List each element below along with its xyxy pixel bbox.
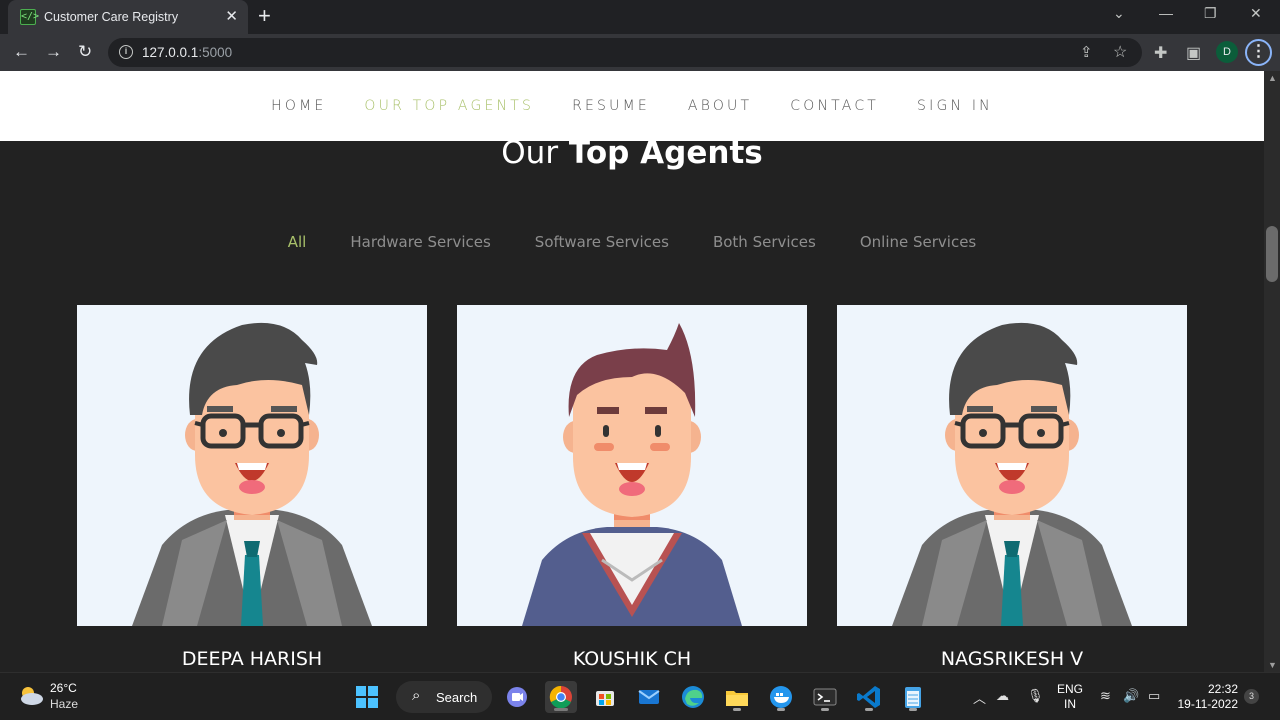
agent-card[interactable] <box>457 305 807 626</box>
edge-app[interactable] <box>677 681 709 713</box>
chrome-app[interactable] <box>545 681 577 713</box>
page-viewport: HOME OUR TOP AGENTS RESUME ABOUT CONTACT… <box>0 71 1264 672</box>
language-code: ENG <box>1057 682 1084 696</box>
start-button[interactable] <box>351 681 383 713</box>
glasses-suit-avatar-icon <box>892 322 1132 626</box>
tab-search-chevron-icon[interactable]: ⌄ <box>1113 5 1125 22</box>
onedrive-cloud-icon[interactable]: ☁ <box>996 688 1009 704</box>
filter-all[interactable]: All <box>288 233 307 251</box>
notepad-app[interactable] <box>897 681 929 713</box>
taskbar-search[interactable]: ⌕ Search <box>396 681 492 713</box>
site-navbar: HOME OUR TOP AGENTS RESUME ABOUT CONTACT… <box>0 71 1264 141</box>
restore-icon[interactable]: ❐ <box>1204 5 1217 22</box>
side-panel-icon[interactable]: ▣ <box>1186 43 1201 63</box>
mail-icon <box>638 690 660 704</box>
teams-chat-app[interactable] <box>501 681 533 713</box>
section-heading: Our Top Agents <box>0 135 1264 171</box>
nav-resume[interactable]: RESUME <box>572 98 650 114</box>
site-info-icon[interactable]: i <box>119 45 133 59</box>
filter-both-services[interactable]: Both Services <box>713 233 816 251</box>
extensions-puzzle-icon[interactable]: ✚ <box>1154 43 1167 63</box>
browser-menu-icon[interactable]: ⋮ <box>1245 39 1272 66</box>
heading-light: Our <box>501 135 559 171</box>
mail-app[interactable] <box>633 681 665 713</box>
language-indicator[interactable]: ENG IN <box>1057 682 1083 712</box>
nav-about[interactable]: ABOUT <box>688 98 752 114</box>
glasses-suit-avatar-icon <box>132 322 372 626</box>
browser-toolbar: ← → ↻ i 127.0.0.1:5000 ⇪ ☆ ✚ ▣ D ⋮ <box>0 34 1280 71</box>
scroll-down-icon[interactable]: ▼ <box>1268 660 1277 670</box>
nav-sign-in[interactable]: SIGN IN <box>917 98 993 114</box>
battery-icon[interactable]: ▭ <box>1148 688 1160 704</box>
clock-date: 19-11-2022 <box>1177 697 1239 711</box>
filter-bar: All Hardware Services Software Services … <box>0 233 1264 251</box>
window-close-icon[interactable]: ✕ <box>1250 5 1262 22</box>
scroll-up-icon[interactable]: ▲ <box>1268 73 1277 83</box>
running-indicator <box>733 708 741 711</box>
agent-card[interactable] <box>837 305 1187 626</box>
browser-tab[interactable]: </> Customer Care Registry ✕ <box>8 0 248 34</box>
nav-contact[interactable]: CONTACT <box>790 98 879 114</box>
running-indicator <box>821 708 829 711</box>
nav-home[interactable]: HOME <box>271 98 326 114</box>
agent-name: DEEPA HARISH <box>181 648 323 670</box>
taskbar-search-label: Search <box>436 690 478 705</box>
running-indicator <box>777 708 785 711</box>
browser-tab-strip: </> Customer Care Registry ✕ + ⌄ — ❐ ✕ <box>0 0 1280 34</box>
page-scrollbar[interactable]: ▲ ▼ <box>1264 71 1280 672</box>
sweater-avatar-icon <box>522 323 742 626</box>
site-favicon-icon: </> <box>20 9 39 25</box>
url-host: 127.0.0.1 <box>142 45 199 60</box>
running-indicator <box>909 708 917 711</box>
terminal-app[interactable] <box>809 681 841 713</box>
windows-logo-icon <box>356 686 378 708</box>
search-icon: ⌕ <box>412 687 421 704</box>
filter-software-services[interactable]: Software Services <box>535 233 669 251</box>
new-tab-icon[interactable]: + <box>258 4 271 28</box>
edge-icon <box>682 686 704 708</box>
weather-condition: Haze <box>50 697 79 711</box>
docker-app[interactable] <box>765 681 797 713</box>
running-indicator <box>865 708 873 711</box>
filter-online-services[interactable]: Online Services <box>860 233 976 251</box>
heading-bold: Top Agents <box>568 135 763 171</box>
wifi-icon[interactable]: ≋ <box>1100 688 1111 704</box>
microphone-icon[interactable]: 🎙 <box>1027 688 1044 704</box>
site-nav-list: HOME OUR TOP AGENTS RESUME ABOUT CONTACT… <box>0 71 1264 114</box>
store-app[interactable] <box>589 681 621 713</box>
filter-hardware-services[interactable]: Hardware Services <box>350 233 490 251</box>
bookmark-star-icon[interactable]: ☆ <box>1113 42 1127 62</box>
scrollbar-thumb[interactable] <box>1266 226 1278 282</box>
share-icon[interactable]: ⇪ <box>1080 43 1093 61</box>
store-bag-icon <box>596 691 614 706</box>
tab-title: Customer Care Registry <box>44 10 179 24</box>
weather-temperature: 26°C <box>50 681 77 695</box>
address-bar[interactable]: i 127.0.0.1:5000 ⇪ ☆ <box>108 38 1142 67</box>
back-icon[interactable]: ← <box>13 42 30 62</box>
url-port: :5000 <box>198 45 233 60</box>
clock-time: 22:32 <box>1207 682 1238 696</box>
cloud-sun-icon <box>21 687 43 705</box>
vscode-app[interactable] <box>853 681 885 713</box>
nav-our-top-agents[interactable]: OUR TOP AGENTS <box>364 98 534 114</box>
agent-name: NAGSRIKESH V <box>940 648 1084 670</box>
url-text: 127.0.0.1:5000 <box>142 45 232 60</box>
minimize-icon[interactable]: — <box>1159 5 1173 21</box>
video-chat-icon <box>507 687 527 707</box>
windows-taskbar: 26°C Haze ⌕ Search ︿ ☁ 🎙 ENG IN ≋ 🔊 ▭ 22… <box>0 672 1280 720</box>
file-explorer-app[interactable] <box>721 681 753 713</box>
running-indicator <box>554 708 568 711</box>
profile-avatar[interactable]: D <box>1216 41 1238 63</box>
notification-badge[interactable]: 3 <box>1244 689 1259 704</box>
forward-icon[interactable]: → <box>45 42 62 62</box>
region-code: IN <box>1064 697 1076 711</box>
volume-icon[interactable]: 🔊 <box>1123 688 1139 704</box>
system-clock[interactable]: 22:32 19-11-2022 <box>1176 682 1239 712</box>
tray-overflow-chevron-icon[interactable]: ︿ <box>973 688 986 707</box>
agent-name: KOUSHIK CH <box>572 648 692 670</box>
close-tab-icon[interactable]: ✕ <box>225 7 238 25</box>
reload-icon[interactable]: ↻ <box>78 42 92 62</box>
agent-card[interactable] <box>77 305 427 626</box>
